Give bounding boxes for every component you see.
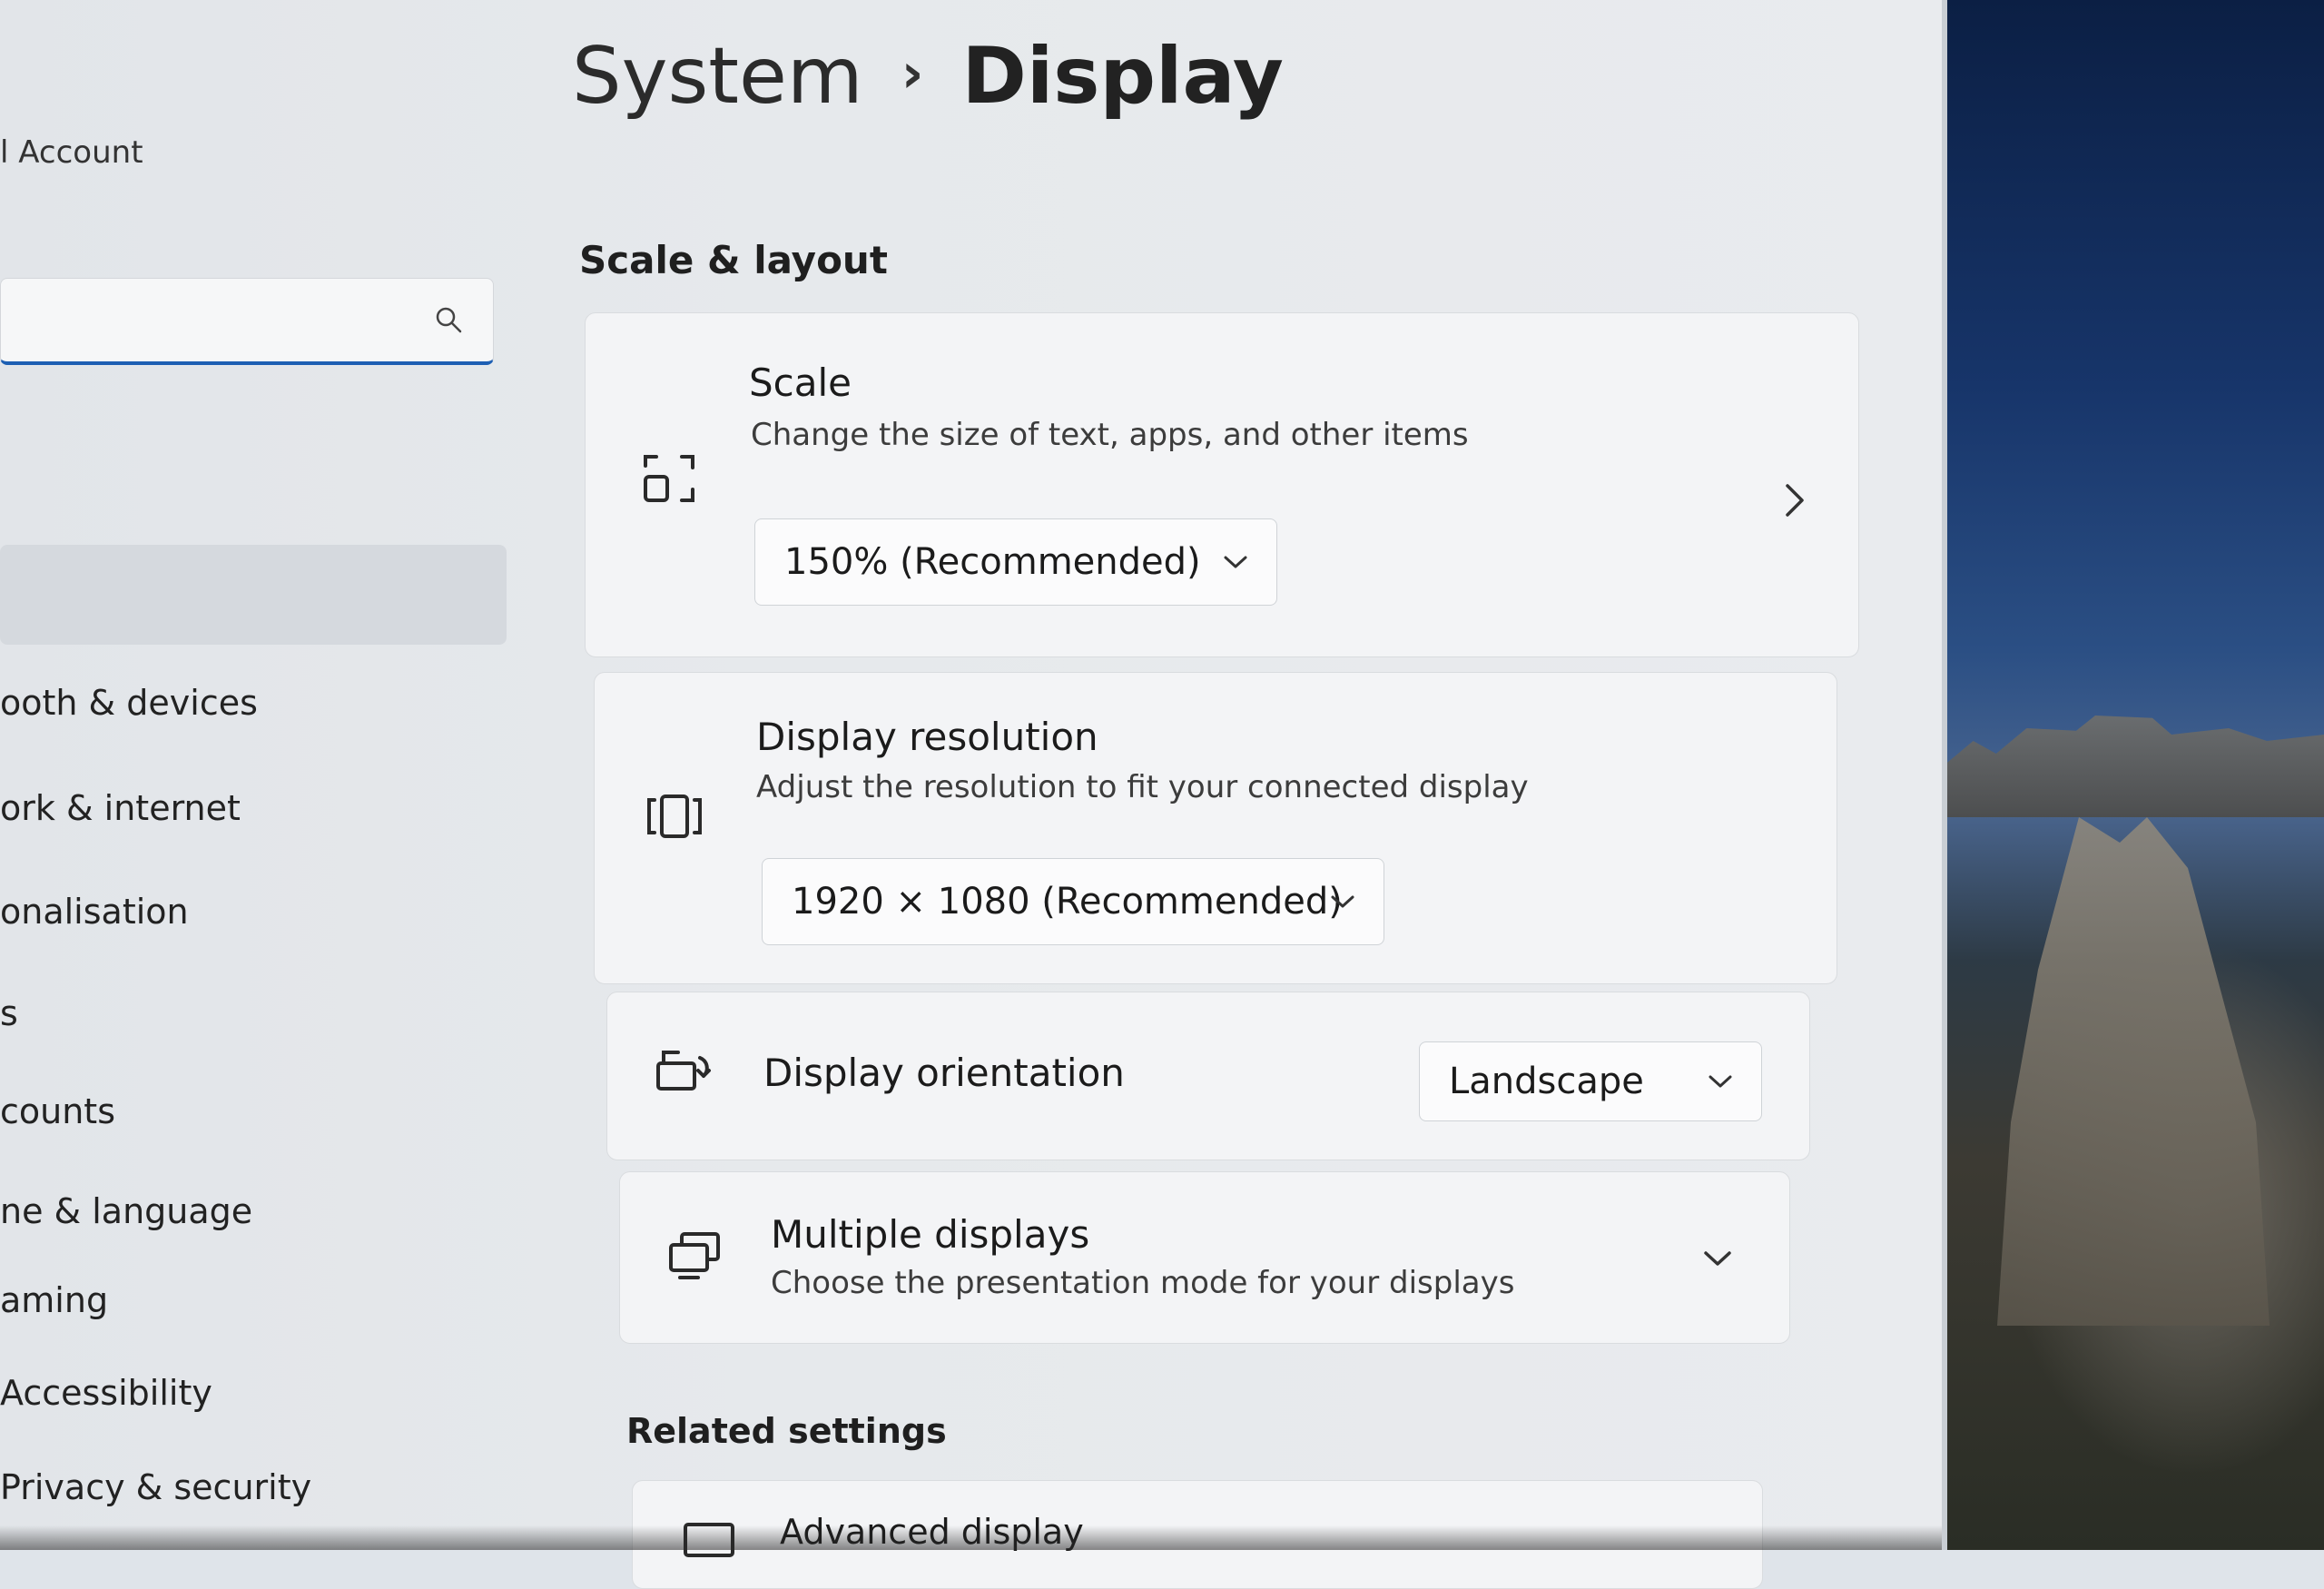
scale-icon <box>644 455 694 502</box>
orientation-dropdown-value: Landscape <box>1449 1061 1644 1102</box>
sidebar: l Account ooth & devices ork & internet … <box>0 0 527 1550</box>
sidebar-item-personalisation[interactable]: onalisation <box>0 892 189 932</box>
sidebar-item-privacy-security[interactable]: Privacy & security <box>0 1467 311 1507</box>
breadcrumb-separator-icon: › <box>901 42 924 105</box>
resolution-title: Display resolution <box>756 715 1098 759</box>
wallpaper-town <box>1943 716 2324 817</box>
page-title: Display <box>961 31 1284 122</box>
multiple-displays-title: Multiple displays <box>771 1212 1090 1257</box>
scale-title: Scale <box>749 360 852 405</box>
orientation-card: Display orientation Landscape <box>606 992 1810 1160</box>
multiple-displays-card[interactable]: Multiple displays Choose the presentatio… <box>619 1171 1790 1344</box>
sidebar-item-system[interactable] <box>0 545 507 645</box>
sidebar-item-accessibility[interactable]: Accessibility <box>0 1373 212 1413</box>
scale-subtitle: Change the size of text, apps, and other… <box>751 417 1469 453</box>
desktop-wallpaper <box>1888 0 2324 1550</box>
sidebar-item-gaming[interactable]: aming <box>0 1280 108 1320</box>
section-title-related-settings: Related settings <box>626 1411 947 1451</box>
settings-window: l Account ooth & devices ork & internet … <box>0 0 1947 1589</box>
scale-dropdown-value: 150% (Recommended) <box>784 541 1201 583</box>
chevron-down-icon <box>1331 895 1354 908</box>
sidebar-item-network[interactable]: ork & internet <box>0 788 241 828</box>
orientation-dropdown[interactable]: Landscape <box>1419 1041 1762 1121</box>
sidebar-item-accounts[interactable]: counts <box>0 1091 115 1131</box>
chevron-down-icon <box>1224 556 1247 568</box>
wallpaper-rock <box>1997 817 2270 1326</box>
chevron-down-icon[interactable] <box>1702 1248 1733 1268</box>
orientation-title: Display orientation <box>763 1051 1125 1095</box>
screen-bezel-edge <box>0 1525 1947 1550</box>
orientation-icon <box>656 1051 711 1091</box>
resolution-card: Display resolution Adjust the resolution… <box>594 672 1837 984</box>
search-input[interactable] <box>0 278 494 365</box>
scale-card[interactable]: Scale Change the size of text, apps, and… <box>585 312 1859 657</box>
multiple-displays-icon <box>669 1232 720 1279</box>
search-icon <box>436 307 462 333</box>
account-label: l Account <box>0 134 143 171</box>
scale-dropdown[interactable]: 150% (Recommended) <box>754 518 1277 606</box>
chevron-down-icon <box>1709 1075 1732 1088</box>
resolution-icon <box>647 794 702 838</box>
breadcrumb: System › Display <box>572 31 1284 122</box>
breadcrumb-system[interactable]: System <box>572 31 863 122</box>
resolution-subtitle: Adjust the resolution to fit your connec… <box>756 769 1529 805</box>
chevron-right-icon[interactable] <box>1782 480 1807 520</box>
resolution-dropdown-value: 1920 × 1080 (Recommended) <box>792 881 1343 923</box>
sidebar-item-apps[interactable]: s <box>0 993 18 1033</box>
sidebar-item-time-language[interactable]: ne & language <box>0 1191 252 1231</box>
section-title-scale-layout: Scale & layout <box>579 238 888 282</box>
multiple-displays-subtitle: Choose the presentation mode for your di… <box>771 1265 1515 1301</box>
sidebar-item-bluetooth[interactable]: ooth & devices <box>0 683 258 723</box>
resolution-dropdown[interactable]: 1920 × 1080 (Recommended) <box>762 858 1384 945</box>
